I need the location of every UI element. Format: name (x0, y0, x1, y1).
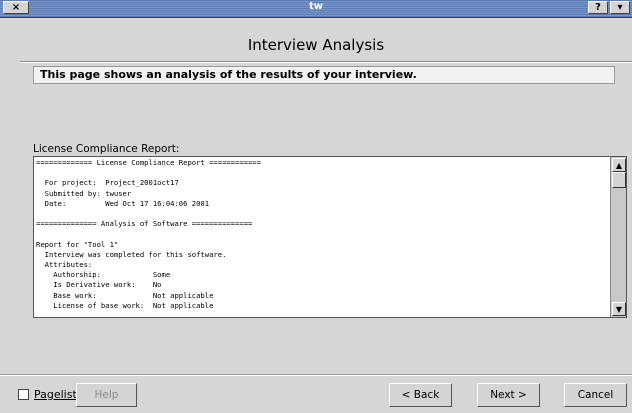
report-line: Submitted by: twuser (36, 188, 132, 198)
report-line: Base work: Not applicable (36, 290, 214, 300)
pagelist-label[interactable]: Pagelist (34, 388, 77, 401)
cancel-button[interactable]: Cancel (564, 383, 627, 407)
report-label: License Compliance Report: (33, 143, 180, 155)
help-icon[interactable]: ? (588, 1, 608, 14)
report-line: Attributes: (36, 260, 93, 270)
report-line: For project: Project_2001oct17 (36, 178, 179, 188)
report-line: ============== Analysis of Software ====… (36, 219, 253, 229)
help-button[interactable]: Help (76, 383, 137, 407)
report-line: Report for "Tool 1" (36, 239, 119, 249)
next-button[interactable]: Next > (477, 383, 540, 407)
pagelist-checkbox[interactable] (18, 389, 29, 400)
report-textarea[interactable]: ============= License Compliance Report … (33, 156, 627, 318)
report-line: ============= License Compliance Report … (36, 158, 262, 167)
footer-divider (0, 374, 632, 376)
scroll-down-icon[interactable]: ▼ (612, 302, 626, 316)
title-divider (20, 61, 632, 63)
window-menu-icon[interactable]: ▾ (610, 1, 630, 14)
report-line: License of base work: Not applicable (36, 300, 214, 310)
window-titlebar[interactable]: × tw ? ▾ (0, 0, 632, 18)
page-title: Interview Analysis (247, 36, 385, 54)
page-description: This page shows an analysis of the resul… (33, 66, 615, 84)
scroll-thumb[interactable] (612, 172, 626, 188)
report-content[interactable]: ============= License Compliance Report … (36, 158, 608, 317)
back-button[interactable]: < Back (389, 383, 452, 407)
report-line: Authorship: Some (36, 270, 171, 280)
window-title: tw (308, 1, 324, 12)
report-line: Interview was completed for this softwar… (36, 249, 227, 259)
report-line: Date: Wed Oct 17 16:04:06 2001 (36, 198, 210, 208)
report-scrollbar[interactable]: ▲ ▼ (610, 157, 626, 317)
scroll-up-icon[interactable]: ▲ (612, 158, 626, 172)
report-line: Is Derivative work: No (36, 280, 162, 290)
